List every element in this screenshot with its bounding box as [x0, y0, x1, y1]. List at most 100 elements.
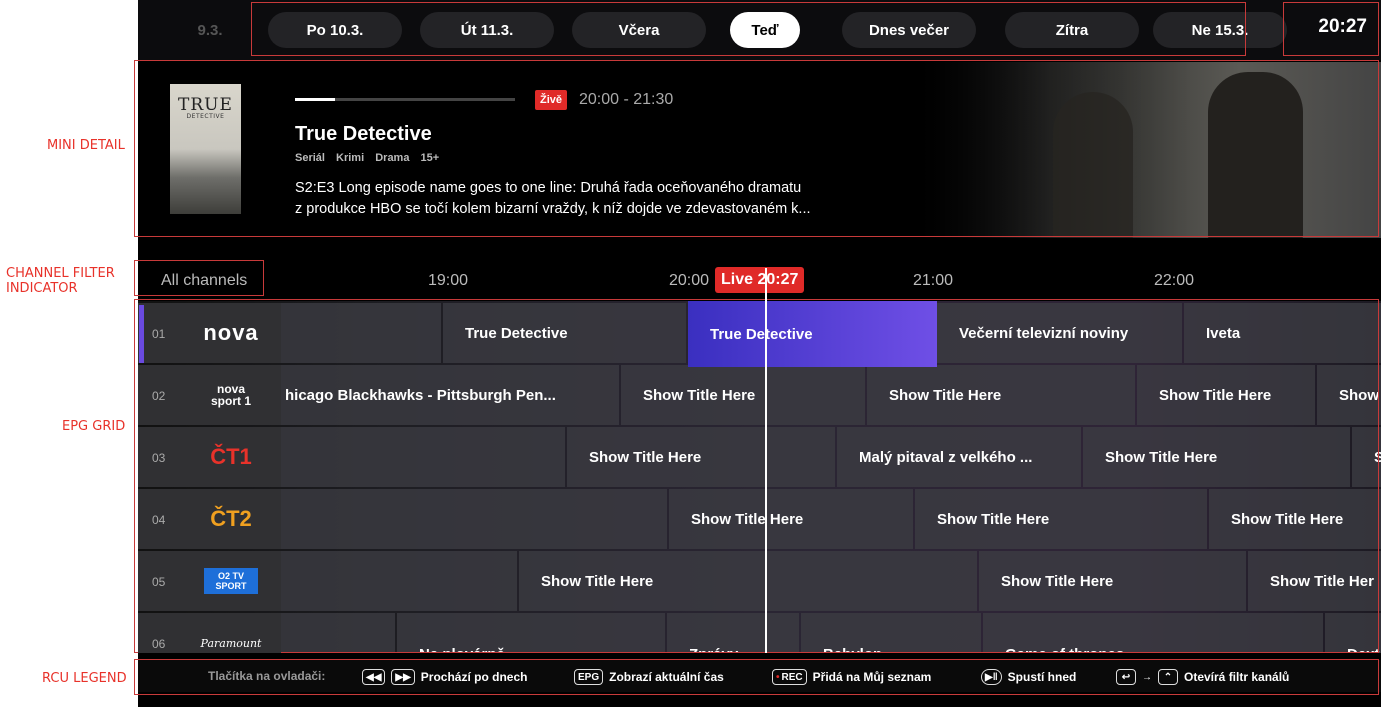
time-range: 20:00 - 21:30: [579, 91, 674, 108]
program-cell[interactable]: hicago Blackhawks - Pittsburgh Pen...: [281, 365, 619, 425]
program-cell[interactable]: Babylon: [801, 613, 981, 653]
fast-forward-key-icon: ▶▶: [391, 669, 415, 685]
legend-item-play: ▶‖ Spustí hned: [981, 669, 1076, 685]
channel-cell[interactable]: 06 Paramount: [138, 613, 281, 653]
program-cell[interactable]: [281, 303, 441, 363]
ct1-logo: ČT1: [186, 427, 276, 487]
epg-grid: 01 nova True Detective True Detective Ve…: [138, 301, 1381, 653]
channel-row: 01 nova True Detective True Detective Ve…: [138, 301, 1381, 367]
channel-logo-text: nova: [203, 320, 259, 345]
timeline-header: All channels 19:00 20:00 21:00 22:00 Liv…: [138, 262, 1381, 298]
day-tab-faded[interactable]: 9.3.: [180, 12, 240, 48]
now-line: [765, 268, 767, 653]
day-tab-tue[interactable]: Út 11.3.: [420, 12, 554, 48]
time-tick: 22:00: [1154, 272, 1195, 289]
legend-intro-text: Tlačítka na ovladači:: [208, 669, 326, 683]
annotation-mini-detail: MINI DETAIL: [47, 138, 125, 153]
time-tick: 20:00: [669, 272, 710, 289]
rec-key-text: REC: [781, 671, 803, 683]
channel-row: 02 nova sport 1 hicago Blackhawks - Pitt…: [138, 365, 1381, 427]
annotation-epg-grid: EPG GRID: [62, 419, 126, 434]
program-cell[interactable]: Dext: [1325, 613, 1381, 653]
program-cell[interactable]: Iveta: [1184, 303, 1381, 363]
description-line: S2:E3 Long episode name goes to one line…: [295, 180, 802, 196]
o2-tv-sport-logo: O2 TV SPORT: [186, 551, 276, 611]
program-cell[interactable]: Na plovárně: [397, 613, 665, 653]
channel-cell[interactable]: 02 nova sport 1: [138, 365, 281, 425]
program-cell[interactable]: Game of thrones: [983, 613, 1323, 653]
program-cell[interactable]: True Detective: [443, 303, 686, 363]
up-key-icon: ⌃: [1158, 669, 1178, 685]
channel-cell[interactable]: 05 O2 TV SPORT: [138, 551, 281, 611]
channel-number: 01: [152, 327, 166, 341]
nova-sport-logo: nova sport 1: [186, 365, 276, 425]
legend-epg-label: Zobrazí aktuální čas: [609, 670, 724, 684]
play-pause-key-icon: ▶‖: [981, 669, 1002, 685]
channel-logo-text: nova sport 1: [210, 382, 251, 408]
day-tab-now[interactable]: Teď: [730, 12, 800, 48]
tag: 15+: [420, 152, 440, 164]
channel-filter-indicator[interactable]: All channels: [161, 272, 247, 290]
day-tab-tomorrow[interactable]: Zítra: [1005, 12, 1139, 48]
legend-days-label: Prochází po dnech: [420, 670, 528, 684]
program-cell[interactable]: Show: [1317, 365, 1381, 425]
program-cell[interactable]: Show Title Her: [1248, 551, 1381, 611]
program-cell[interactable]: [281, 427, 565, 487]
channel-number: 03: [152, 451, 166, 465]
day-tab-mon[interactable]: Po 10.3.: [268, 12, 402, 48]
selected-row-indicator: [139, 305, 144, 363]
program-cell[interactable]: Show Title Here: [915, 489, 1207, 549]
annotation-channel-filter: CHANNEL FILTER INDICATOR: [6, 266, 115, 296]
progress-bar: [295, 98, 515, 101]
annotation-rcu-legend: RCU LEGEND: [42, 671, 127, 686]
program-cell-selected[interactable]: True Detective: [688, 301, 937, 367]
program-cell[interactable]: S: [1352, 427, 1381, 487]
channel-cell[interactable]: 03 ČT1: [138, 427, 281, 487]
program-cell[interactable]: [281, 613, 395, 653]
legend-item-days: ◀◀ ▶▶ Prochází po dnech: [362, 669, 527, 685]
legend-item-rec: • REC Přidá na Můj seznam: [772, 669, 931, 685]
program-cell[interactable]: Show Title Here: [1137, 365, 1315, 425]
program-cell[interactable]: Show Title Here: [621, 365, 865, 425]
program-cell[interactable]: Show Title Here: [1083, 427, 1350, 487]
program-cell[interactable]: [281, 489, 667, 549]
poster-image: TRUE DETECTIVE: [170, 84, 241, 214]
day-tab-sun[interactable]: Ne 15.3.: [1153, 12, 1287, 48]
program-cell[interactable]: Malý pitaval z velkého ...: [837, 427, 1081, 487]
program-cell[interactable]: Večerní televizní noviny: [937, 303, 1182, 363]
program-cell[interactable]: Show Title Here: [1209, 489, 1381, 549]
poster-title: TRUE: [178, 95, 233, 115]
program-cell[interactable]: [281, 551, 517, 611]
channel-row: 03 ČT1 Show Title Here Malý pitaval z ve…: [138, 427, 1381, 489]
channel-logo-text: ČT2: [210, 506, 252, 531]
channel-row: 04 ČT2 Show Title Here Show Title Here S…: [138, 489, 1381, 551]
show-title: True Detective: [295, 123, 432, 145]
program-cell[interactable]: Show Title Here: [567, 427, 835, 487]
program-cell[interactable]: Show Title Here: [669, 489, 913, 549]
rcu-legend: Tlačítka na ovladači: ◀◀ ▶▶ Prochází po …: [138, 660, 1381, 692]
hero-image: [908, 62, 1381, 238]
ct2-logo: ČT2: [186, 489, 276, 549]
day-tab-yesterday[interactable]: Včera: [572, 12, 706, 48]
channel-number: 02: [152, 389, 166, 403]
program-cell[interactable]: Zprávy: [667, 613, 799, 653]
program-cell[interactable]: Show Title Here: [519, 551, 977, 611]
channel-cell[interactable]: 01 nova: [138, 303, 281, 363]
show-description: S2:E3 Long episode name goes to one line…: [295, 178, 895, 220]
poster-subtitle: DETECTIVE: [186, 113, 225, 120]
channel-row: 05 O2 TV SPORT Show Title Here Show Titl…: [138, 551, 1381, 613]
epg-key-icon: EPG: [574, 669, 604, 685]
legend-intro: Tlačítka na ovladači:: [208, 669, 325, 683]
tv-screen: 9.3. Po 10.3. Út 11.3. Včera Teď Dnes ve…: [138, 0, 1381, 707]
channel-cell[interactable]: 04 ČT2: [138, 489, 281, 549]
arrow-right-icon: →: [1142, 671, 1152, 683]
channel-row: 06 Paramount Na plovárně Zprávy Babylon …: [138, 613, 1381, 653]
tag: Drama: [375, 152, 410, 164]
channel-logo-text: O2 TV SPORT: [204, 568, 258, 594]
program-cell[interactable]: Show Title Here: [979, 551, 1246, 611]
mini-detail: TRUE DETECTIVE Živě 20:00 - 21:30 True D…: [138, 62, 1381, 238]
day-tab-tonight[interactable]: Dnes večer: [842, 12, 976, 48]
progress-fill: [295, 98, 335, 101]
program-cell[interactable]: Show Title Here: [867, 365, 1135, 425]
time-tick: 21:00: [913, 272, 954, 289]
